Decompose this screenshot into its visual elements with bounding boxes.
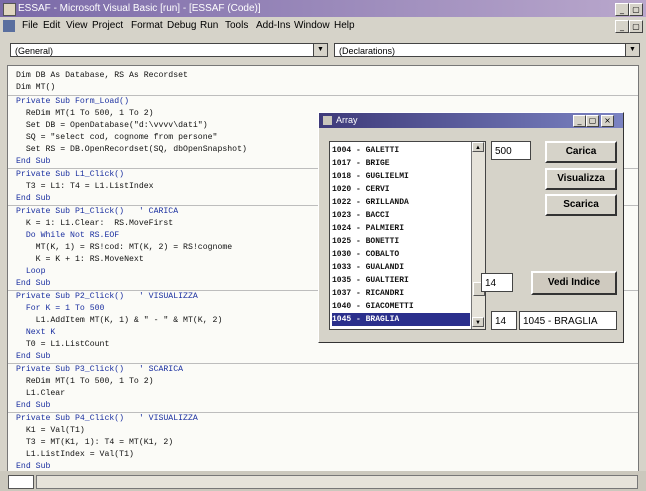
index-input[interactable]: 14 (481, 273, 513, 292)
code-line: End Sub (16, 157, 51, 166)
list-item[interactable]: 1017 - BRIGE (332, 157, 470, 170)
list-item[interactable]: 1037 - RICANDRI (332, 287, 470, 300)
list-item[interactable]: 1022 - GRILLANDA (332, 196, 470, 209)
menu-format[interactable]: Format (131, 17, 163, 35)
menu-file[interactable]: File (22, 17, 38, 35)
child-restore-icon[interactable]: ▢ (629, 20, 643, 33)
code-line: End Sub (16, 279, 51, 288)
code-line: K = K + 1: RS.MoveNext (16, 255, 144, 264)
code-line: Set RS = DB.OpenRecordset(SQ, dbOpenSnap… (16, 145, 247, 154)
code-line: Next K (16, 328, 56, 337)
close-icon[interactable]: × (601, 115, 614, 127)
result-value-textbox[interactable]: 1045 - BRAGLIA (519, 311, 617, 330)
code-line: Dim DB As Database, RS As Recordset (16, 71, 188, 80)
child-minimize-icon[interactable]: _ (615, 20, 629, 33)
code-line: End Sub (16, 194, 51, 203)
code-line: Do While Not RS.EOF (16, 231, 120, 240)
code-line: For K = 1 To 500 (16, 304, 105, 313)
code-line: End Sub (16, 401, 51, 410)
code-line: End Sub (16, 352, 51, 361)
code-line: Set DB = OpenDatabase("d:\vvvv\dati") (16, 121, 208, 130)
result-index-textbox[interactable]: 14 (491, 311, 517, 330)
list-item[interactable]: 1033 - GUALANDI (332, 261, 470, 274)
scroll-up-icon[interactable]: ▲ (472, 142, 484, 152)
array-dialog: Array _ ▢ × 1004 - GALETTI 1017 - BRIGE … (318, 112, 624, 343)
menu-view[interactable]: View (66, 17, 88, 35)
procedure-combo-value: (Declarations) (339, 46, 396, 56)
carica-button[interactable]: Carica (545, 141, 617, 163)
names-listbox[interactable]: 1004 - GALETTI 1017 - BRIGE 1018 - GUGLI… (329, 141, 486, 330)
chevron-down-icon[interactable]: ▼ (313, 44, 327, 56)
list-item[interactable]: 1018 - GUGLIELMI (332, 170, 470, 183)
procedure-bar: (General) ▼ (Declarations) ▼ (0, 35, 646, 65)
list-scrollbar[interactable]: ▲ ▼ (471, 142, 485, 329)
dialog-title-bar: Array _ ▢ × (319, 113, 623, 128)
maximize-icon[interactable]: ▢ (586, 115, 599, 127)
object-combo-value: (General) (15, 46, 54, 56)
code-line: Private Sub P2_Click() ' VISUALIZZA (16, 292, 198, 301)
list-item[interactable]: 1004 - GALETTI (332, 144, 470, 157)
count-textbox[interactable]: 500 (491, 141, 531, 160)
code-line: T0 = L1.ListCount (16, 340, 110, 349)
document-icon[interactable] (3, 20, 15, 32)
code-line: Private Sub L1_Click() (16, 170, 125, 179)
view-toggle-icon[interactable] (8, 475, 34, 489)
scarica-button[interactable]: Scarica (545, 194, 617, 216)
horizontal-scrollbar[interactable] (36, 475, 638, 489)
code-line: SQ = "select cod, cognome from persone" (16, 133, 218, 142)
code-line: K1 = Val(T1) (16, 426, 85, 435)
title-bar: ESSAF - Microsoft Visual Basic [run] - [… (0, 0, 646, 17)
menu-debug[interactable]: Debug (167, 17, 196, 35)
scroll-down-icon[interactable]: ▼ (472, 317, 484, 327)
menu-help[interactable]: Help (334, 17, 355, 35)
menu-run[interactable]: Run (200, 17, 218, 35)
menu-project[interactable]: Project (92, 17, 123, 35)
code-line: L1.AddItem MT(K, 1) & " - " & MT(K, 2) (16, 316, 223, 325)
status-bar (0, 471, 646, 491)
menu-add-ins[interactable]: Add-Ins (256, 17, 290, 35)
app-icon[interactable] (3, 3, 16, 16)
code-line: MT(K, 1) = RS!cod: MT(K, 2) = RS!cognome (16, 243, 233, 252)
list-item[interactable]: 1030 - COBALTO (332, 248, 470, 261)
code-line: Private Sub P1_Click() ' CARICA (16, 207, 179, 216)
minimize-icon[interactable]: _ (573, 115, 586, 127)
procedure-combo[interactable]: (Declarations) ▼ (334, 43, 640, 57)
menu-tools[interactable]: Tools (225, 17, 248, 35)
maximize-icon[interactable]: ▢ (629, 3, 643, 16)
dialog-title: Array (336, 115, 358, 125)
code-line: Dim MT() (16, 83, 56, 92)
form-icon (323, 116, 332, 125)
code-line: L1.Clear (16, 389, 66, 398)
list-item[interactable]: 1025 - BONETTI (332, 235, 470, 248)
code-line: ReDim MT(1 To 500, 1 To 2) (16, 109, 154, 118)
list-item-selected[interactable]: 1045 - BRAGLIA (332, 313, 470, 326)
vedi-indice-button[interactable]: Vedi Indice (531, 271, 617, 295)
minimize-icon[interactable]: _ (615, 3, 629, 16)
list-item[interactable]: 1035 - GUALTIERI (332, 274, 470, 287)
visualizza-button[interactable]: Visualizza (545, 168, 617, 190)
code-line: K = 1: L1.Clear: RS.MoveFirst (16, 219, 174, 228)
chevron-down-icon[interactable]: ▼ (625, 44, 639, 56)
list-item[interactable]: 1023 - BACCI (332, 209, 470, 222)
object-combo[interactable]: (General) ▼ (10, 43, 328, 57)
list-item[interactable]: 1024 - PALMIERI (332, 222, 470, 235)
code-line: L1.ListIndex = Val(T1) (16, 450, 134, 459)
menu-bar: File Edit View Project Format Debug Run … (0, 17, 646, 35)
code-line: T3 = MT(K1, 1): T4 = MT(K1, 2) (16, 438, 174, 447)
menu-window[interactable]: Window (294, 17, 330, 35)
list-item[interactable]: 1040 - GIACOMETTI (332, 300, 470, 313)
code-line: Private Sub P4_Click() ' VISUALIZZA (16, 414, 198, 423)
code-line: ReDim MT(1 To 500, 1 To 2) (16, 377, 154, 386)
code-line: Loop (16, 267, 46, 276)
code-line: Private Sub Form_Load() (16, 97, 130, 106)
menu-edit[interactable]: Edit (43, 17, 60, 35)
window-title: ESSAF - Microsoft Visual Basic [run] - [… (18, 3, 261, 14)
list-item[interactable]: 1020 - CERVI (332, 183, 470, 196)
code-line: T3 = L1: T4 = L1.ListIndex (16, 182, 154, 191)
code-line: Private Sub P3_Click() ' SCARICA (16, 365, 184, 374)
